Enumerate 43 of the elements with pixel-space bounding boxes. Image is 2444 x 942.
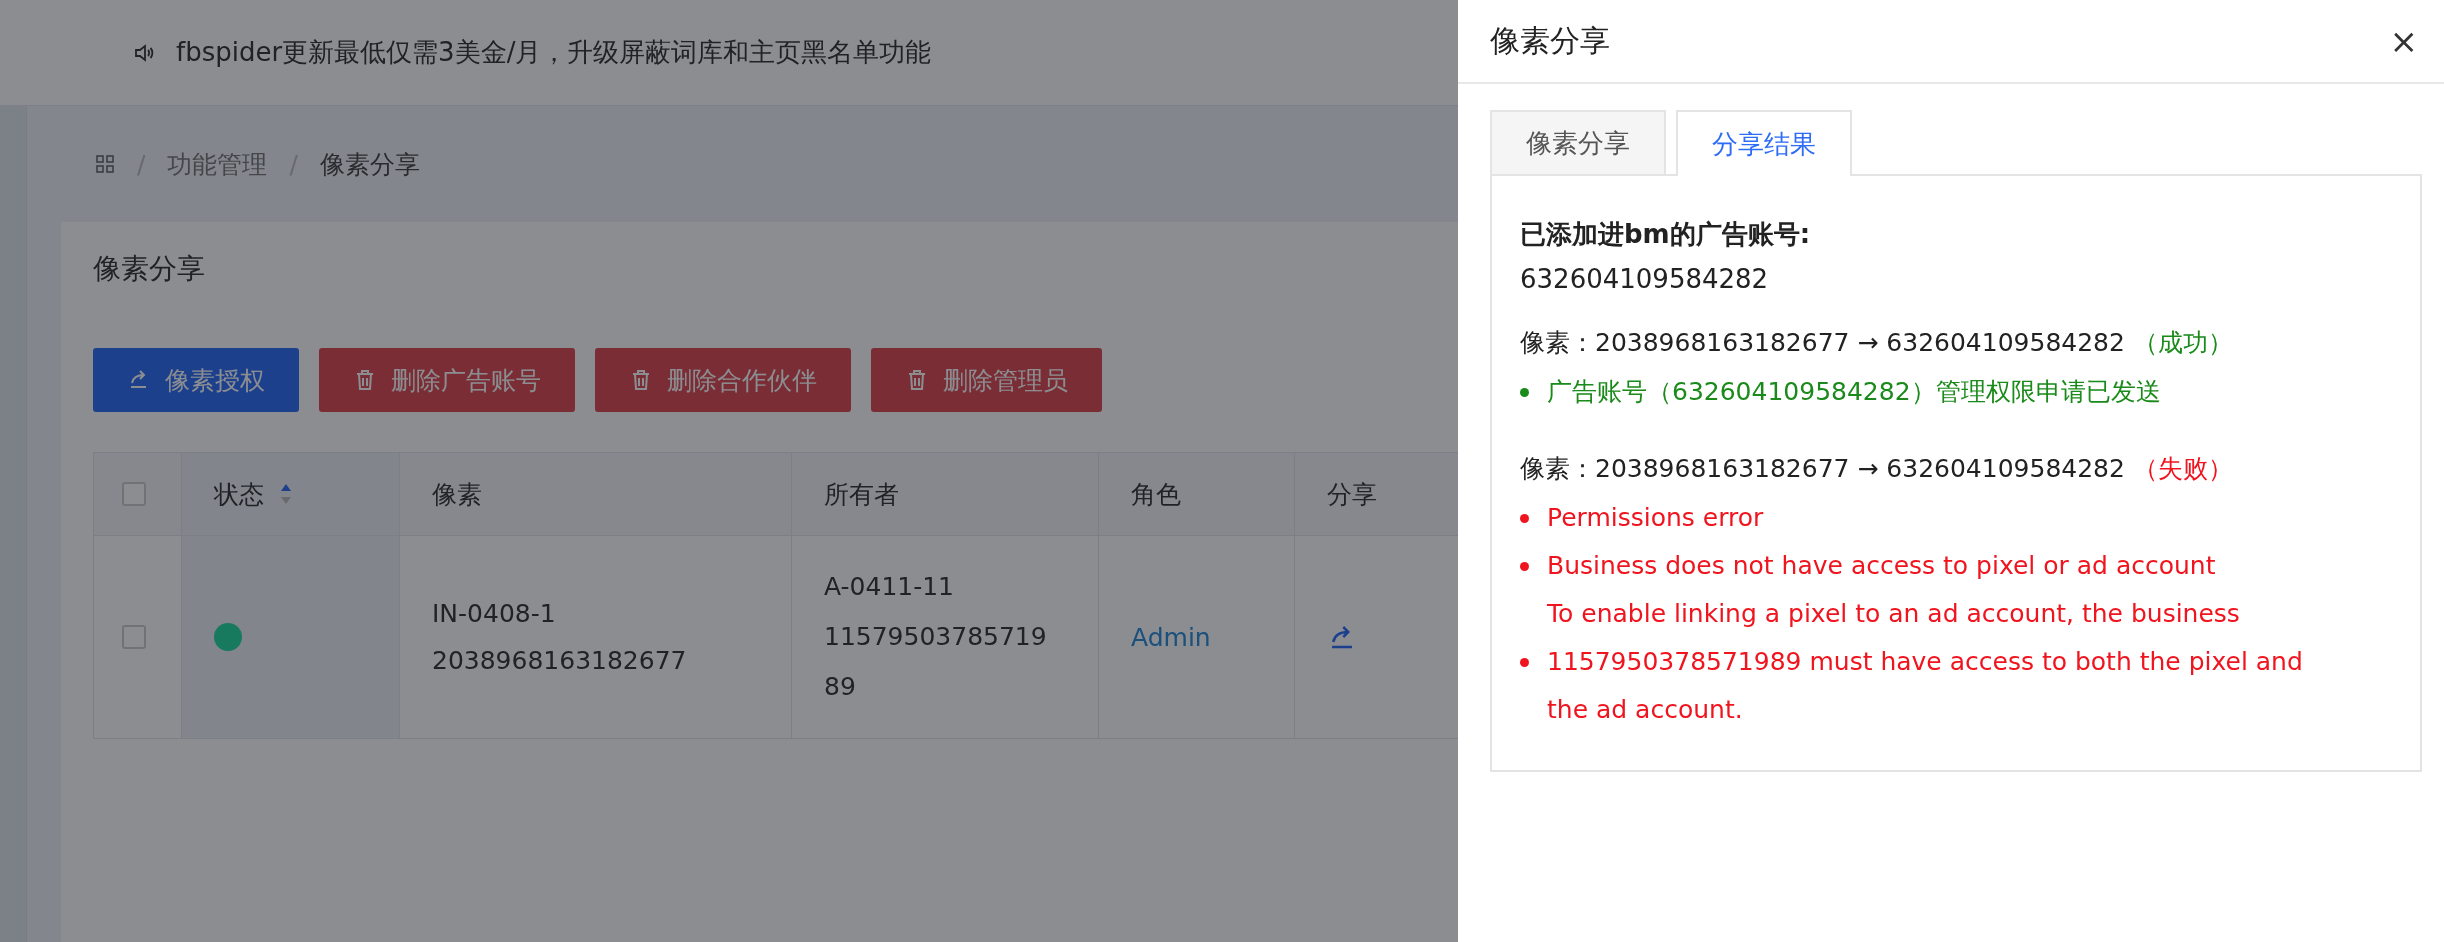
table-cell-text: A-0411-11 [824, 571, 955, 603]
breadcrumb-item[interactable]: 像素分享 [319, 147, 420, 181]
column-header[interactable]: 角色 [1099, 453, 1295, 535]
grid-icon[interactable] [95, 154, 115, 174]
breadcrumb-item[interactable]: 功能管理 [167, 147, 268, 181]
message-text: the ad account. [1547, 694, 1744, 726]
announcement-text: fbspider更新最低仅需3美金/月，升级屏蔽词库和主页黑名单功能 [176, 36, 932, 69]
message-text: To enable linking a pixel to an ad account, the business [1547, 598, 2240, 630]
checkbox[interactable] [122, 482, 146, 506]
message-text: 1157950378571989 must have access to both the pixel and [1547, 646, 2303, 678]
bullet-icon [1520, 562, 1529, 571]
table-cell-text: 1157950378571989 [824, 621, 1048, 703]
tab[interactable]: 分享结果 [1676, 110, 1852, 176]
sort-icon[interactable] [280, 483, 292, 505]
breadcrumb-separator: / [289, 149, 298, 179]
close-button[interactable]: × [2383, 21, 2424, 61]
bullet-icon [1520, 514, 1529, 523]
status-label: （成功） [2131, 327, 2233, 359]
delete-button[interactable]: 删除管理员 [871, 348, 1102, 412]
message-text: Business does not have access to pixel or ad account [1547, 550, 2217, 582]
card-title: 像素分享 [93, 251, 205, 287]
status-label: （失败） [2131, 453, 2233, 485]
column-header[interactable]: 状态 [182, 453, 400, 535]
result-heading: 已添加进bm的广告账号: [1520, 218, 1812, 251]
column-header[interactable]: 所有者 [792, 453, 1099, 535]
authorize-button[interactable]: 像素授权 [93, 348, 299, 412]
table-cell: IN-0408-1 [432, 599, 556, 628]
checkbox[interactable] [122, 625, 146, 649]
drawer-title: 像素分享 [1490, 21, 1610, 60]
tab[interactable]: 像素分享 [1490, 110, 1666, 174]
delete-button[interactable]: 删除广告账号 [319, 348, 575, 412]
account-id: 632604109584282 [1520, 263, 1770, 296]
delete-button[interactable]: 删除合作伙伴 [595, 348, 851, 412]
bullet-icon [1520, 388, 1529, 397]
message-text: Permissions error [1547, 502, 1764, 534]
result-line: 像素：2038968163182677 → 632604109584282 [1520, 453, 2125, 485]
table-cell: 2038968163182677 [432, 646, 687, 675]
column-header[interactable]: 像素 [400, 453, 792, 535]
bullet-icon [1520, 658, 1529, 667]
result-line: 像素：2038968163182677 → 632604109584282 [1520, 327, 2125, 359]
breadcrumb-separator: / [137, 149, 146, 179]
message-text: 广告账号（632604109584282）管理权限申请已发送 [1547, 376, 2161, 408]
role-link[interactable]: Admin [1131, 622, 1211, 652]
